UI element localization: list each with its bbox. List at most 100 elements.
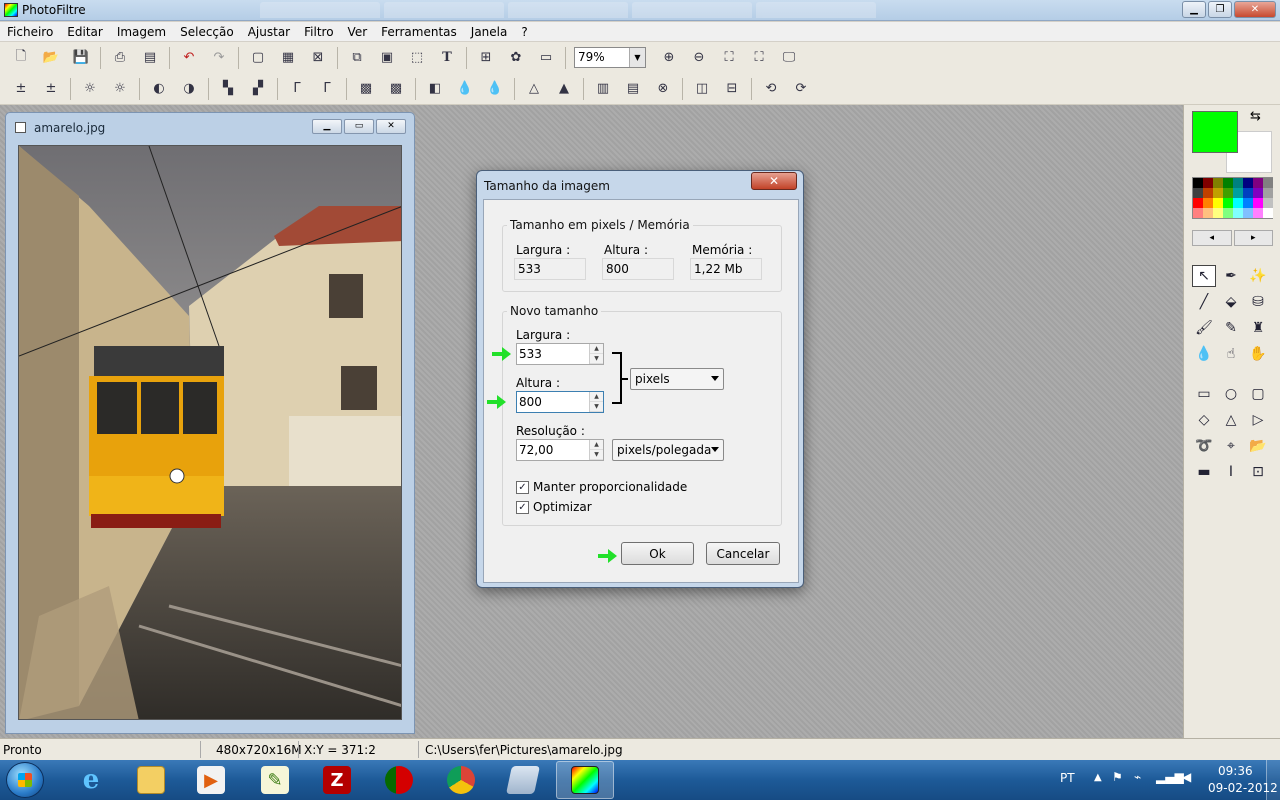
resolution-down-icon[interactable]: ▼ [590,450,603,460]
text-cursor-icon[interactable]: Ⅰ [1219,461,1243,483]
new-file-icon[interactable]: 🗋 [10,47,32,69]
brush-icon[interactable]: 🖌 [1192,317,1216,339]
color-palette[interactable] [1192,177,1273,219]
volume-icon[interactable]: ◀ [1182,770,1191,784]
open-shape-icon[interactable]: 📂 [1246,435,1270,457]
taskbar-notepad[interactable]: ✎ [246,761,304,799]
color-grid-icon[interactable]: ▦ [277,47,299,69]
actual-size-icon[interactable]: ⛶ [718,47,740,69]
height-input[interactable] [517,392,587,412]
text-icon[interactable]: T [436,47,458,69]
optimize-checkbox[interactable]: ✓ Optimizar [516,500,592,514]
height-stepper[interactable]: ▲▼ [516,391,604,413]
ok-button[interactable]: Ok [621,542,694,565]
taskbar-media-player[interactable]: ▶ [182,761,240,799]
flip-horizontal-icon[interactable]: ◫ [691,78,713,100]
menu-ferramentas[interactable]: Ferramentas [374,22,464,41]
menu-ver[interactable]: Ver [341,22,375,41]
sharpen-icon[interactable]: 💧 [484,78,506,100]
resolution-input[interactable] [517,440,587,460]
print-icon[interactable]: ⎙ [109,47,131,69]
auto-levels-icon[interactable]: ± [10,78,32,100]
resolution-up-icon[interactable]: ▲ [590,440,603,450]
image-close-button[interactable]: ✕ [376,119,406,134]
swap-colors-icon[interactable]: ⇆ [1250,109,1261,124]
menu-filtro[interactable]: Filtro [297,22,340,41]
save-icon[interactable]: 💾 [70,47,92,69]
scan-icon[interactable]: ▤ [139,47,161,69]
plugin-icon[interactable]: ✿ [505,47,527,69]
ellipse-icon[interactable]: ○ [1219,383,1243,405]
image-minimize-button[interactable]: ▁ [312,119,342,134]
foreground-color-swatch[interactable] [1192,111,1238,153]
eyedropper-icon[interactable]: ✒ [1219,265,1243,287]
clock-time[interactable]: 09:36 [1218,764,1253,778]
close-button[interactable]: ✕ [1234,1,1276,18]
width-up-icon[interactable]: ▲ [590,344,603,354]
keep-ratio-checkbox[interactable]: ✓ Manter proporcionalidade [516,480,687,494]
image-restore-button[interactable]: ▭ [344,119,374,134]
gradient-icon[interactable]: ▥ [592,78,614,100]
triangle-right-icon[interactable]: ▷ [1246,409,1270,431]
brightness-minus-icon[interactable]: ☼ [79,78,101,100]
smudge-icon[interactable]: ☝ [1219,343,1243,365]
rectangle-icon[interactable]: ▭ [1192,383,1216,405]
palette-next-button[interactable]: ▸ [1233,230,1273,246]
blur-drop-icon[interactable]: 💧 [1192,343,1216,365]
zoom-select[interactable]: 79% ▼ [574,47,646,68]
triangle-icon[interactable]: △ [1219,409,1243,431]
language-indicator[interactable]: PT [1060,771,1075,785]
soften-icon[interactable]: △ [523,78,545,100]
fullscreen-icon[interactable]: 🖵 [778,47,800,69]
taskbar-chrome[interactable] [432,761,490,799]
show-hidden-icons-icon[interactable]: ▲ [1094,772,1102,783]
undo-icon[interactable]: ↶ [178,47,200,69]
image-size-icon[interactable]: ⧉ [346,47,368,69]
dust-icon[interactable]: ◧ [424,78,446,100]
transparency-icon[interactable]: ⊠ [307,47,329,69]
unit-select[interactable]: pixels [630,368,724,390]
contrast-plus-icon[interactable]: ◑ [178,78,200,100]
taskbar-app-generic[interactable] [494,761,552,799]
action-center-flag-icon[interactable]: ⚑ [1112,770,1123,784]
flip-vertical-icon[interactable]: ⊟ [721,78,743,100]
menu-ajustar[interactable]: Ajustar [241,22,297,41]
window-icon[interactable]: ▭ [535,47,557,69]
start-button[interactable] [6,762,44,798]
sky-gradient-icon[interactable]: ▤ [622,78,644,100]
auto-contrast-icon[interactable]: ± [40,78,62,100]
blur-icon[interactable]: 💧 [454,78,476,100]
canvas-size-icon[interactable]: ▣ [376,47,398,69]
menu-seleccao[interactable]: Selecção [173,22,241,41]
menu-ficheiro[interactable]: Ficheiro [0,22,60,41]
gamma-minus-icon[interactable]: Γ [286,78,308,100]
crop-icon[interactable]: ⬚ [406,47,428,69]
optimize-check-icon[interactable]: ✓ [516,500,529,514]
advanced-brush-icon[interactable]: ✎ [1219,317,1243,339]
rotate-left-icon[interactable]: ⟲ [760,78,782,100]
contrast-minus-icon[interactable]: ◐ [148,78,170,100]
hand-icon[interactable]: ✋ [1246,343,1270,365]
open-folder-icon[interactable]: 📂 [40,47,62,69]
redo-icon[interactable]: ↷ [208,47,230,69]
fill-bucket-icon[interactable]: ⬙ [1219,291,1243,313]
taskbar-app-portugal[interactable] [370,761,428,799]
polygon-lasso-icon[interactable]: ⌖ [1219,435,1243,457]
cancel-button[interactable]: Cancelar [706,542,780,565]
show-desktop-button[interactable] [1266,760,1280,800]
width-input[interactable] [517,344,587,364]
menu-imagem[interactable]: Imagem [110,22,173,41]
image-window-titlebar[interactable]: amarelo.jpg ▁ ▭ ✕ [6,113,414,141]
palette-prev-button[interactable]: ◂ [1192,230,1232,246]
height-down-icon[interactable]: ▼ [590,402,603,412]
image-canvas[interactable] [18,145,402,720]
explorer-icon[interactable]: ⊞ [475,47,497,69]
width-down-icon[interactable]: ▼ [590,354,603,364]
menu-janela[interactable]: Janela [464,22,515,41]
texture-icon[interactable]: ⊗ [652,78,674,100]
minimize-button[interactable]: ▁ [1182,1,1206,18]
brightness-plus-icon[interactable]: ☼ [109,78,131,100]
maximize-button[interactable]: ❐ [1208,1,1232,18]
resolution-unit-select[interactable]: pixels/polegada [612,439,724,461]
height-up-icon[interactable]: ▲ [590,392,603,402]
